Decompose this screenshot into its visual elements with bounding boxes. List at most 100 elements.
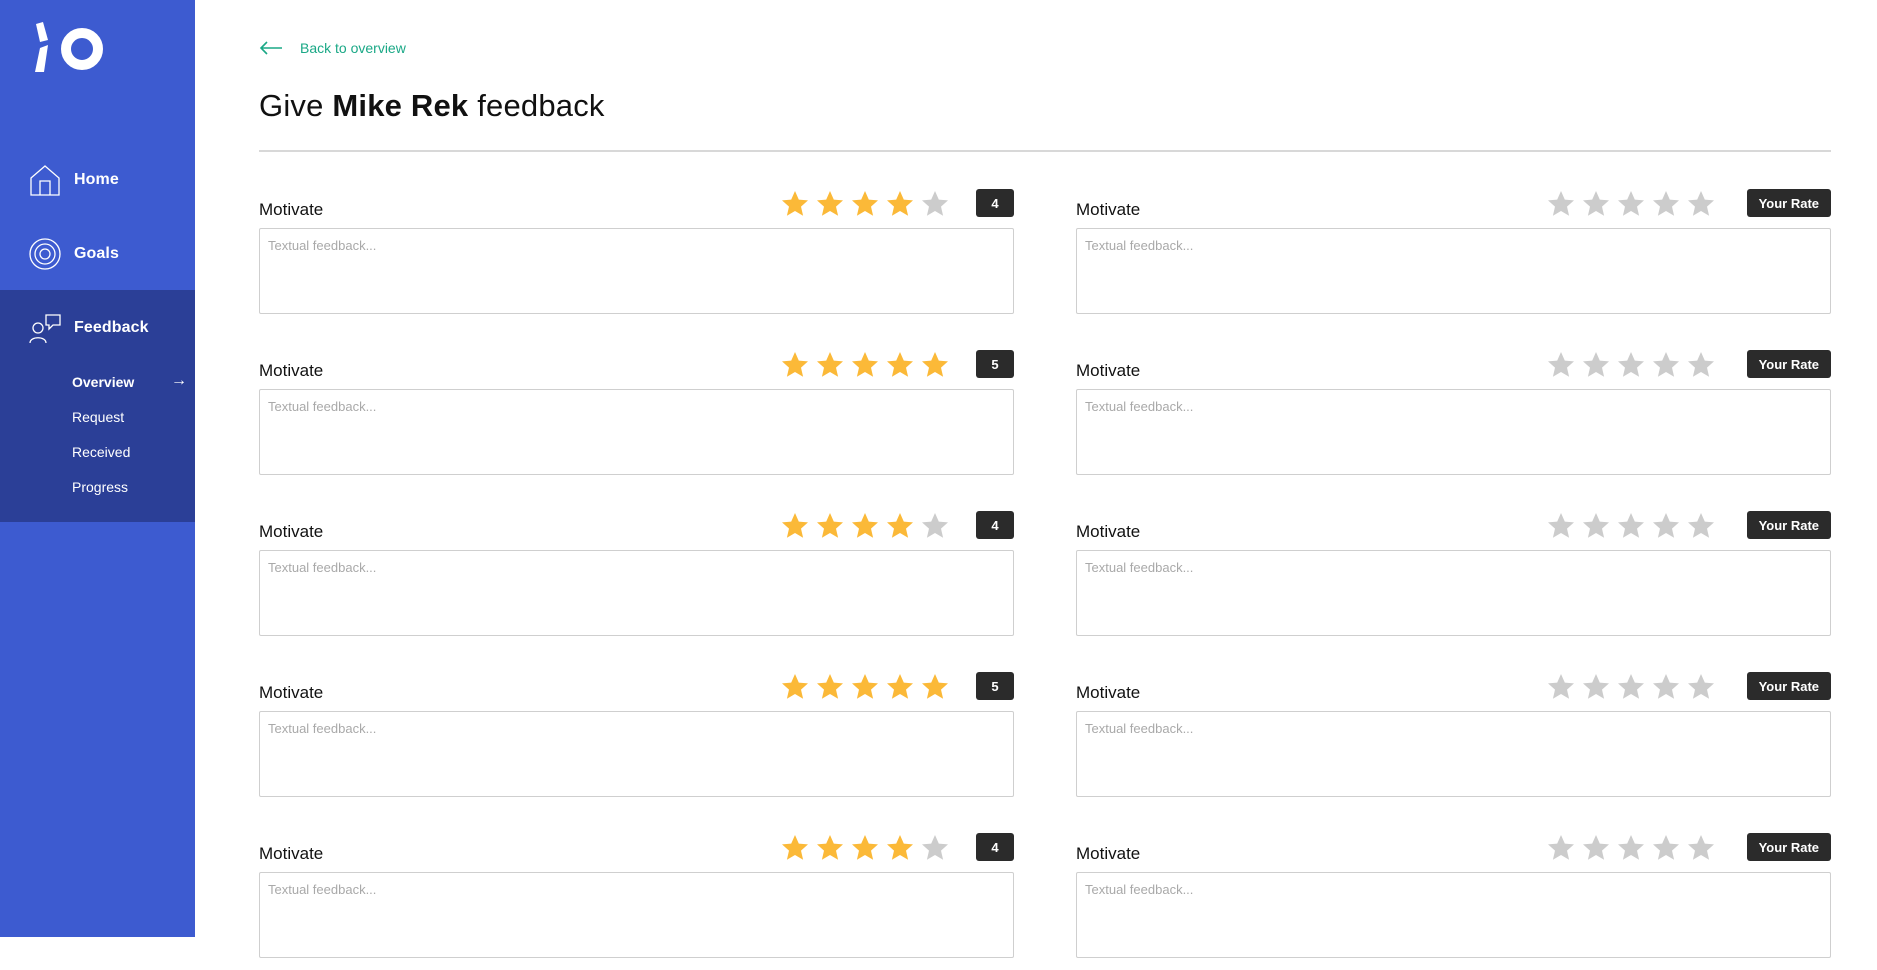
star-icon[interactable]: [1546, 189, 1576, 219]
title-suffix: feedback: [477, 88, 605, 123]
back-to-overview-link[interactable]: Back to overview: [259, 40, 406, 56]
star-icon[interactable]: [1581, 350, 1611, 380]
star-rating[interactable]: [1546, 508, 1721, 544]
star-icon[interactable]: [885, 350, 915, 380]
nav-item-feedback[interactable]: Feedback: [0, 296, 195, 360]
star-icon[interactable]: [815, 833, 845, 863]
star-rating[interactable]: [1546, 347, 1721, 383]
arrow-left-icon: [259, 41, 282, 55]
star-icon[interactable]: [1686, 350, 1716, 380]
skill-label: Motivate: [259, 361, 324, 380]
star-rating[interactable]: [780, 508, 955, 544]
textual-feedback-input[interactable]: [259, 550, 1014, 636]
skill-label: Motivate: [259, 522, 324, 541]
star-icon[interactable]: [1546, 672, 1576, 702]
home-icon: [29, 164, 61, 196]
textual-feedback-input[interactable]: [1076, 228, 1831, 314]
star-icon[interactable]: [1546, 350, 1576, 380]
star-icon[interactable]: [780, 672, 810, 702]
nav-item-home[interactable]: Home: [0, 148, 195, 212]
star-icon[interactable]: [885, 189, 915, 219]
skill-label: Motivate: [1076, 844, 1141, 863]
feedback-row: Motivate 4 Motivate Your Rate: [259, 508, 1831, 648]
back-link-label: Back to overview: [300, 40, 406, 56]
feedback-row: Motivate 4 Motivate Your Rate: [259, 830, 1831, 970]
star-icon[interactable]: [1686, 833, 1716, 863]
star-icon[interactable]: [1651, 350, 1681, 380]
star-icon[interactable]: [1651, 833, 1681, 863]
star-icon[interactable]: [1616, 189, 1646, 219]
textual-feedback-input[interactable]: [1076, 872, 1831, 958]
star-rating[interactable]: [780, 830, 955, 866]
skill-label: Motivate: [259, 200, 324, 219]
star-icon[interactable]: [920, 350, 950, 380]
textual-feedback-input[interactable]: [1076, 389, 1831, 475]
subnav-overview[interactable]: Overview →: [72, 371, 187, 393]
star-icon[interactable]: [1686, 189, 1716, 219]
star-icon[interactable]: [1686, 672, 1716, 702]
star-icon[interactable]: [1581, 189, 1611, 219]
textual-feedback-input[interactable]: [259, 228, 1014, 314]
star-icon[interactable]: [1651, 189, 1681, 219]
star-icon[interactable]: [780, 833, 810, 863]
star-rating[interactable]: [1546, 669, 1721, 705]
star-icon[interactable]: [780, 511, 810, 541]
star-icon[interactable]: [920, 672, 950, 702]
star-rating[interactable]: [780, 186, 955, 222]
star-icon[interactable]: [1546, 511, 1576, 541]
textual-feedback-input[interactable]: [1076, 550, 1831, 636]
star-icon[interactable]: [850, 350, 880, 380]
star-icon[interactable]: [1581, 833, 1611, 863]
given-rating-card: Motivate 4: [259, 830, 1014, 970]
star-icon[interactable]: [1616, 833, 1646, 863]
star-rating[interactable]: [780, 669, 955, 705]
rating-value-badge: 5: [976, 350, 1014, 378]
star-icon[interactable]: [1651, 511, 1681, 541]
star-icon[interactable]: [780, 189, 810, 219]
your-rate-badge: Your Rate: [1746, 672, 1831, 700]
subnav-received[interactable]: Received: [72, 441, 187, 463]
star-icon[interactable]: [1546, 833, 1576, 863]
star-icon[interactable]: [1651, 672, 1681, 702]
star-icon[interactable]: [850, 511, 880, 541]
subnav-label: Request: [72, 409, 125, 425]
your-rating-card: Motivate Your Rate: [1076, 508, 1831, 648]
textual-feedback-input[interactable]: [259, 872, 1014, 958]
nav-item-goals[interactable]: Goals: [0, 222, 195, 286]
subnav-progress[interactable]: Progress: [72, 476, 187, 498]
rating-value-badge: 5: [976, 672, 1014, 700]
star-icon[interactable]: [1581, 511, 1611, 541]
star-icon[interactable]: [815, 511, 845, 541]
star-icon[interactable]: [1616, 672, 1646, 702]
star-icon[interactable]: [1616, 511, 1646, 541]
nav-label-home: Home: [74, 171, 119, 188]
title-prefix: Give: [259, 88, 324, 123]
star-icon[interactable]: [885, 833, 915, 863]
star-icon[interactable]: [850, 672, 880, 702]
star-icon[interactable]: [780, 350, 810, 380]
star-icon[interactable]: [850, 189, 880, 219]
textual-feedback-input[interactable]: [1076, 711, 1831, 797]
subnav-request[interactable]: Request: [72, 406, 187, 428]
star-icon[interactable]: [1581, 672, 1611, 702]
star-icon[interactable]: [815, 350, 845, 380]
textual-feedback-input[interactable]: [259, 711, 1014, 797]
star-rating[interactable]: [1546, 830, 1721, 866]
star-icon[interactable]: [885, 511, 915, 541]
your-rating-card: Motivate Your Rate: [1076, 669, 1831, 809]
star-rating[interactable]: [1546, 186, 1721, 222]
star-icon[interactable]: [920, 511, 950, 541]
textual-feedback-input[interactable]: [259, 389, 1014, 475]
star-icon[interactable]: [885, 672, 915, 702]
star-rating[interactable]: [780, 347, 955, 383]
star-icon[interactable]: [815, 672, 845, 702]
star-icon[interactable]: [920, 189, 950, 219]
feedback-icon: [29, 312, 61, 344]
star-icon[interactable]: [920, 833, 950, 863]
star-icon[interactable]: [1616, 350, 1646, 380]
app-logo[interactable]: [32, 22, 104, 74]
star-icon[interactable]: [850, 833, 880, 863]
star-icon[interactable]: [815, 189, 845, 219]
star-icon[interactable]: [1686, 511, 1716, 541]
title-divider: [259, 150, 1831, 152]
